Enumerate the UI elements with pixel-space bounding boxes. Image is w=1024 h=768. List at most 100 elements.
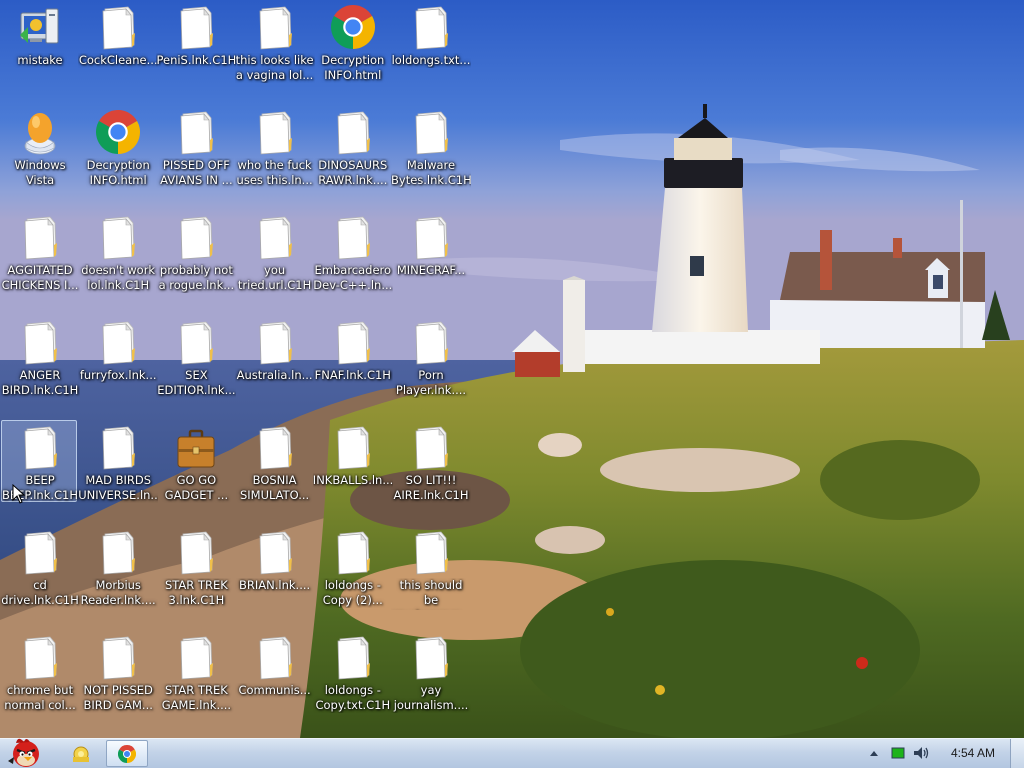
desktop-icon[interactable]: chrome but normal col... xyxy=(1,630,77,712)
desktop-icon-label: Porn Player.lnk.... xyxy=(395,368,467,397)
desktop-icon[interactable]: DINOSAURS RAWR.lnk.... xyxy=(314,105,390,187)
desktop-icon[interactable]: INKBALLS.ln... xyxy=(312,420,393,502)
document-icon xyxy=(255,635,295,681)
desktop-icon-label: BOSNIA SIMULATO... xyxy=(239,473,310,502)
battery-icon[interactable] xyxy=(890,744,906,762)
document-icon xyxy=(255,320,295,366)
desktop-icon[interactable]: loldongs - Copy.txt.C1H xyxy=(314,630,390,712)
desktop-icon-label: Windows Vista xyxy=(14,158,66,187)
desktop-icon[interactable]: loldongs - Copy (2)... xyxy=(314,525,390,607)
desktop-icon[interactable]: loldongs.txt... xyxy=(391,0,471,82)
desktop-icon-label: furryfox.lnk... xyxy=(79,368,157,382)
desktop-icon[interactable]: Communis... xyxy=(236,630,312,712)
desktop-icon-label: SO LIT!!! AIRE.lnk.C1H xyxy=(393,473,469,502)
show-desktop-button[interactable] xyxy=(1010,739,1024,768)
desktop-icon[interactable]: yay journalism.... xyxy=(392,630,468,712)
desktop-icon[interactable]: BOSNIA SIMULATO... xyxy=(236,420,312,502)
desktop-icon[interactable]: you tried.url.C1H xyxy=(236,210,312,292)
desktop-icon-label: Australia.ln... xyxy=(236,368,313,382)
desktop-icon[interactable]: furryfox.lnk... xyxy=(79,315,157,397)
desktop-icon-label: who the fuck uses this.ln... xyxy=(236,158,313,187)
document-icon xyxy=(333,110,373,156)
desktop-icon[interactable]: FNAF.lnk.C1H xyxy=(314,315,391,397)
desktop-icon-label: CockCleane... xyxy=(78,53,158,67)
desktop-icon-label: loldongs.txt... xyxy=(391,53,471,67)
desktop-icon[interactable]: MINECRAF... xyxy=(392,210,468,292)
desktop-icon-label: cd drive.lnk.C1H xyxy=(1,578,79,607)
document-icon xyxy=(255,425,295,471)
taskbar: 4:54 AM xyxy=(0,738,1024,768)
taskbar-clock[interactable]: 4:54 AM xyxy=(936,746,1010,760)
document-icon xyxy=(98,530,138,576)
vista-egg-icon xyxy=(20,110,60,156)
desktop-icon[interactable]: CockCleane... xyxy=(78,0,158,82)
desktop-icon-label: AGGITATED CHICKENS I... xyxy=(1,263,79,292)
desktop-icon-label: STAR TREK 3.lnk.C1H xyxy=(165,578,228,607)
desktop-icon[interactable]: PISSED OFF AVIANS IN ... xyxy=(157,105,233,187)
desktop-icon[interactable]: STAR TREK GAME.lnk.... xyxy=(157,630,233,712)
document-icon xyxy=(411,110,451,156)
desktop-icon-label: INKBALLS.ln... xyxy=(312,473,393,487)
desktop-icon-label: STAR TREK GAME.lnk.... xyxy=(161,683,232,712)
document-icon xyxy=(255,530,295,576)
desktop-icon-label: Embarcadero Dev-C++.ln... xyxy=(313,263,393,292)
desktop-icon[interactable]: STAR TREK 3.lnk.C1H xyxy=(157,525,233,607)
desktop-icon-label: GO GO GADGET ... xyxy=(164,473,229,502)
program-icon xyxy=(20,5,60,51)
desktop-icon[interactable]: mistake xyxy=(1,0,77,82)
desktop-icon[interactable]: SEX EDITIOR.lnk... xyxy=(157,315,236,397)
desktop-icon[interactable]: GO GO GADGET ... xyxy=(157,420,233,502)
chrome-icon xyxy=(96,109,141,156)
desktop-icon[interactable]: Porn Player.lnk.... xyxy=(392,315,468,397)
desktop-icon[interactable]: Windows Vista xyxy=(1,105,77,187)
desktop-icon[interactable]: this looks like a vagina lol... xyxy=(236,0,314,82)
desktop-icon-label: you tried.url.C1H xyxy=(237,263,312,292)
desktop[interactable]: mistake CockCleane... PeniS.lnk.C1H this lo… xyxy=(0,0,1024,738)
desktop-icon[interactable]: Decryption INFO.html xyxy=(314,0,390,82)
document-icon xyxy=(98,215,138,261)
desktop-icon-label: NOT PISSED BIRD GAM... xyxy=(83,683,153,712)
desktop-icon[interactable]: SO LIT!!! AIRE.lnk.C1H xyxy=(392,420,468,502)
document-icon xyxy=(176,110,216,156)
desktop-icon-label: this should be on vinesauc... xyxy=(391,578,471,610)
desktop-icon[interactable]: PeniS.lnk.C1H xyxy=(156,0,237,82)
taskbar-explorer-button[interactable] xyxy=(62,740,100,767)
desktop-icon[interactable]: NOT PISSED BIRD GAM... xyxy=(79,630,155,712)
start-button[interactable] xyxy=(2,738,48,767)
desktop-icon[interactable]: probably not a rogue.lnk... xyxy=(157,210,234,292)
document-icon xyxy=(411,530,451,576)
document-icon xyxy=(255,215,295,261)
document-icon xyxy=(333,635,373,681)
desktop-icon-label: PeniS.lnk.C1H xyxy=(156,53,237,67)
desktop-icon[interactable]: this should be on vinesauc... xyxy=(391,525,471,610)
desktop-icon[interactable]: Embarcadero Dev-C++.ln... xyxy=(313,210,393,292)
desktop-icon[interactable]: MAD BIRDS UNIVERSE.ln... xyxy=(78,420,158,502)
desktop-icon[interactable]: ANGER BIRD.lnk.C1H xyxy=(1,315,78,397)
desktop-icon[interactable]: Malware Bytes.lnk.C1H xyxy=(391,105,471,187)
document-icon xyxy=(176,320,216,366)
desktop-icon[interactable]: BRIAN.lnk.... xyxy=(236,525,312,607)
document-icon xyxy=(20,215,60,261)
desktop-icons: mistake CockCleane... PeniS.lnk.C1H this lo… xyxy=(0,0,1024,738)
desktop-icon[interactable]: Australia.ln... xyxy=(236,315,313,397)
desktop-icon[interactable]: who the fuck uses this.ln... xyxy=(236,105,313,187)
show-hidden-icons-arrow[interactable] xyxy=(868,744,880,762)
desktop-icon[interactable]: Morbius Reader.lnk.... xyxy=(79,525,156,607)
document-icon xyxy=(255,110,295,156)
volume-icon[interactable] xyxy=(912,744,930,762)
document-icon xyxy=(411,215,451,261)
desktop-icon-label: DINOSAURS RAWR.lnk.... xyxy=(318,158,388,187)
document-icon xyxy=(411,5,451,51)
desktop-icon[interactable]: Decryption INFO.html xyxy=(79,105,155,187)
desktop-icon-label: Communis... xyxy=(238,683,311,697)
chrome-icon xyxy=(330,4,375,51)
taskbar-chrome-button[interactable] xyxy=(106,740,148,767)
desktop-icon[interactable]: doesn't work lol.lnk.C1H xyxy=(79,210,155,292)
desktop-icon[interactable]: cd drive.lnk.C1H xyxy=(1,525,79,607)
desktop-icon[interactable]: AGGITATED CHICKENS I... xyxy=(1,210,79,292)
desktop-icon-label: Morbius Reader.lnk.... xyxy=(80,578,156,607)
document-icon xyxy=(20,530,60,576)
document-icon xyxy=(98,320,138,366)
desktop-icon-label: mistake xyxy=(17,53,63,67)
document-icon xyxy=(98,635,138,681)
